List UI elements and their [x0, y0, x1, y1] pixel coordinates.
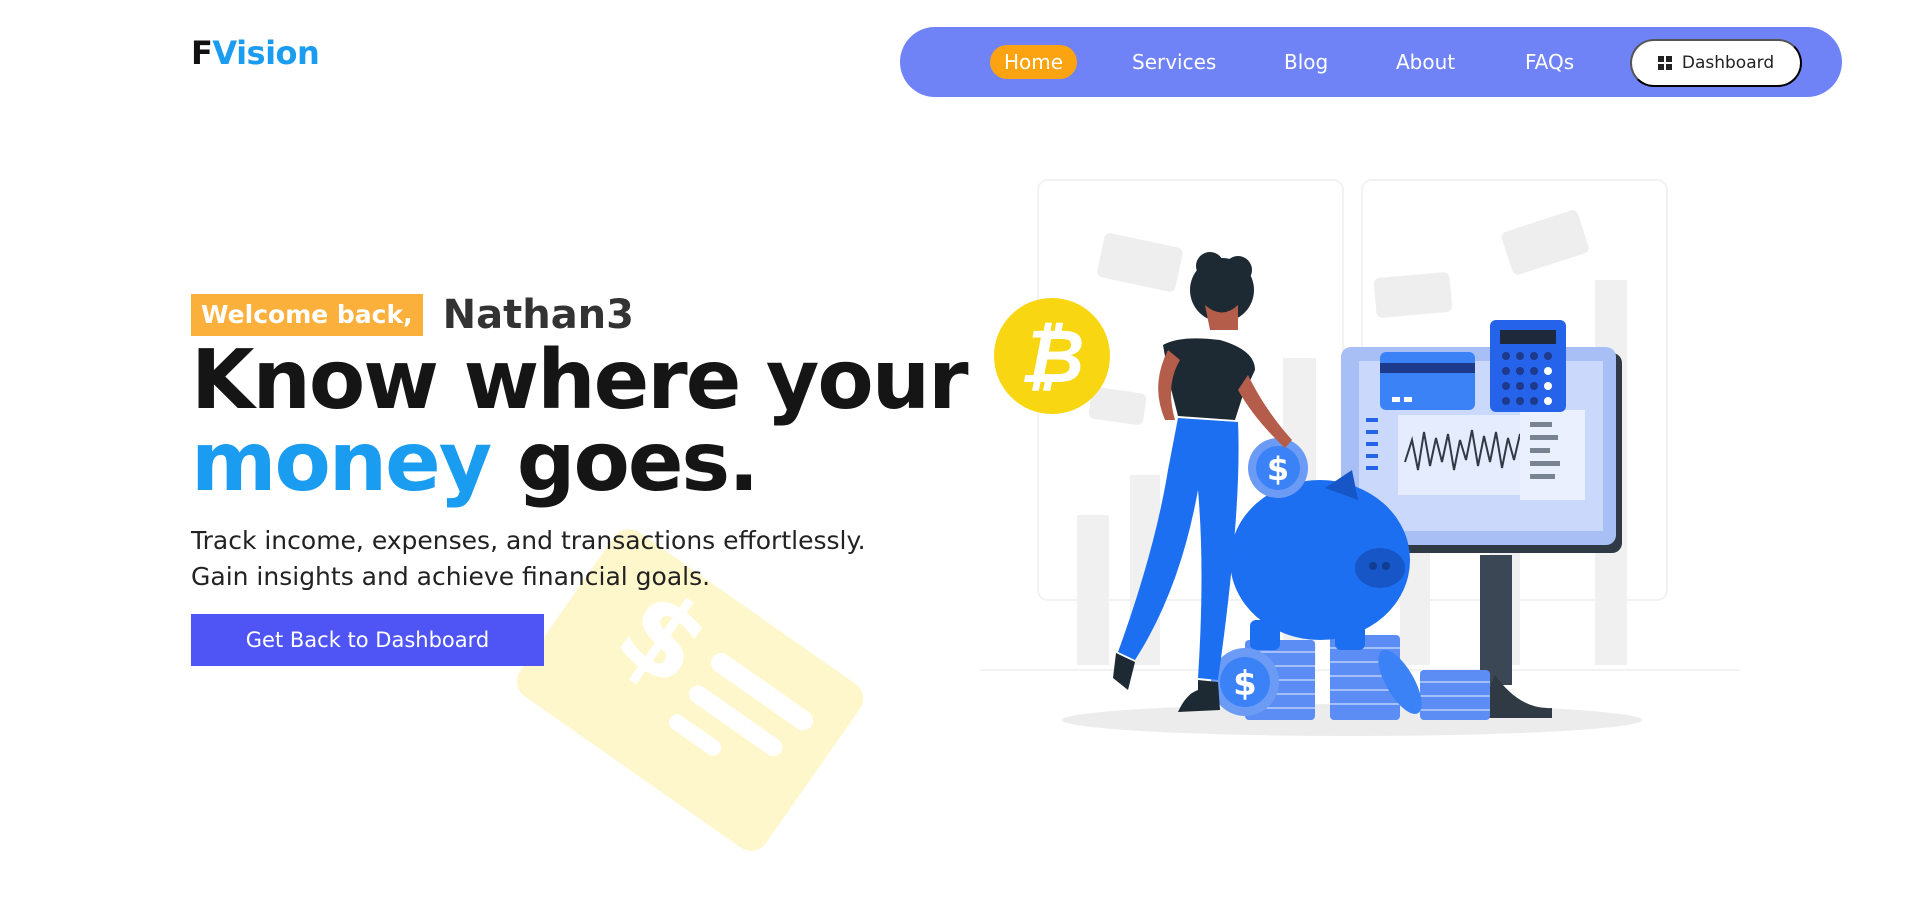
top-navigation: Home Services Blog About FAQs Dashboard — [900, 27, 1842, 97]
nav-faqs[interactable]: FAQs — [1525, 45, 1574, 79]
headline-line1: Know where your — [191, 333, 969, 428]
logo-letter: F — [191, 34, 213, 72]
headline-money: money — [191, 415, 492, 510]
get-back-to-dashboard-button[interactable]: Get Back to Dashboard — [191, 614, 544, 666]
hero-subtext: Track income, expenses, and transactions… — [191, 526, 866, 591]
nav-services[interactable]: Services — [1132, 45, 1216, 79]
headline: Know where your money goes. — [191, 340, 969, 504]
grid-icon — [1657, 56, 1672, 70]
logo-word: Vision — [212, 34, 320, 72]
svg-text:$: $ — [1233, 664, 1257, 704]
logo[interactable]: FVision — [191, 34, 320, 72]
finance-illustration: ₿ $ $ — [980, 179, 1740, 736]
bitcoin-icon: ₿ — [994, 298, 1110, 414]
nav-home[interactable]: Home — [990, 45, 1078, 79]
welcome-badge: Welcome back, — [191, 294, 423, 336]
dashboard-button-label: Dashboard — [1681, 53, 1775, 73]
svg-text:₿: ₿ — [1020, 314, 1085, 400]
svg-text:$: $ — [1267, 450, 1289, 488]
calculator-icon — [1490, 320, 1566, 412]
welcome-row: Welcome back, Nathan3 — [191, 292, 634, 338]
nav-about[interactable]: About — [1396, 45, 1455, 79]
headline-goes: goes. — [490, 415, 760, 510]
dashboard-button[interactable]: Dashboard — [1630, 39, 1802, 87]
nav-blog[interactable]: Blog — [1284, 45, 1328, 79]
credit-card-icon — [1380, 352, 1475, 410]
username: Nathan3 — [442, 292, 634, 338]
